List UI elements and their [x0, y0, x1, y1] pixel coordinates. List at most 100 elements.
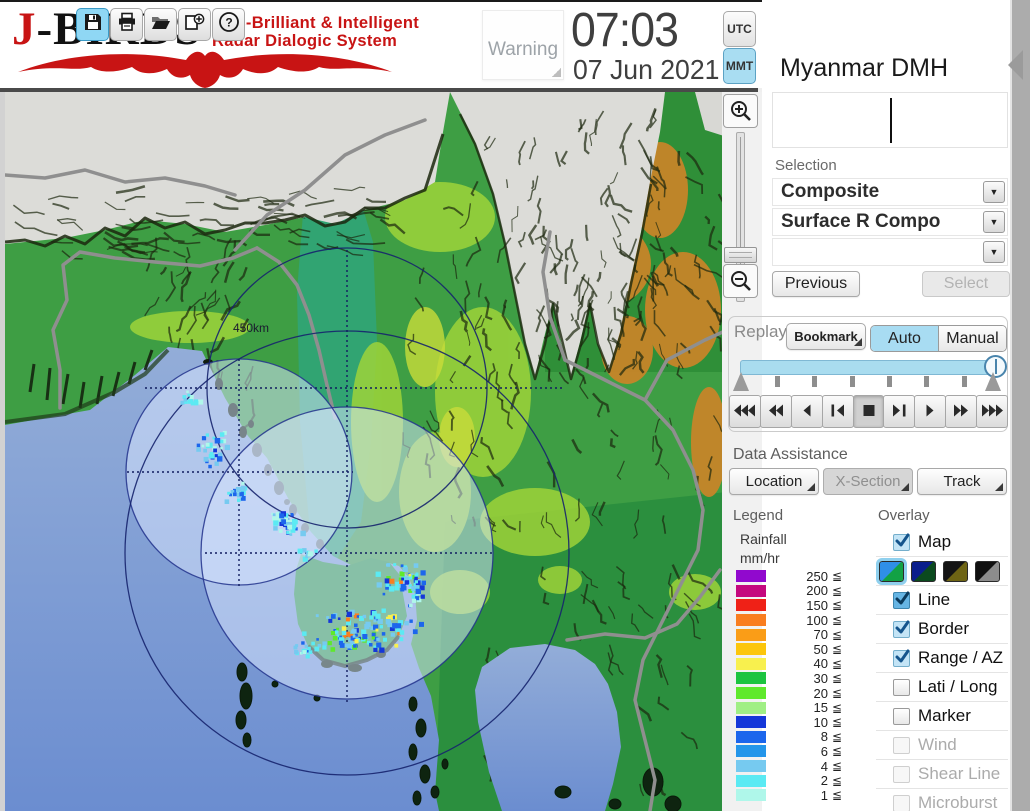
location-button[interactable]: Location — [729, 468, 819, 495]
legend-row: 15 ≦ — [736, 700, 866, 715]
warning-label: Warning — [487, 39, 559, 60]
select-button[interactable]: Select — [922, 271, 1010, 297]
utc-button[interactable]: UTC — [723, 11, 756, 47]
overlay-item-border[interactable]: Border — [876, 615, 1008, 644]
legend-swatch — [736, 599, 766, 612]
zoom-in-button[interactable] — [723, 94, 758, 128]
help-button[interactable]: ? — [212, 8, 245, 41]
mmt-button[interactable]: MMT — [723, 48, 756, 84]
legend-row: 10 ≦ — [736, 715, 866, 730]
dropdown-option[interactable]: ▼ — [772, 238, 1008, 266]
range-az-checkbox[interactable] — [893, 649, 910, 667]
marker-checkbox[interactable] — [893, 707, 910, 725]
legend-threshold-symbol: ≦ — [832, 715, 843, 730]
dropdown-category-arrow[interactable]: ▼ — [983, 181, 1005, 203]
map-style-swatch-3[interactable] — [943, 560, 968, 582]
legend-row: 70 ≦ — [736, 627, 866, 642]
map-style-swatch-2[interactable] — [911, 560, 936, 582]
line-checkbox[interactable] — [893, 591, 910, 609]
microburst-checkbox — [893, 794, 910, 811]
legend-threshold-symbol: ≦ — [832, 583, 843, 598]
transport-play-reverse-button[interactable] — [790, 395, 823, 428]
marker-label: Marker — [918, 706, 971, 725]
track-button[interactable]: Track — [917, 468, 1007, 495]
dropdown-category-value: Composite — [781, 181, 880, 202]
overlay-item-shear-line[interactable]: Shear Line — [876, 760, 1008, 789]
map-style-swatch-1[interactable] — [876, 557, 907, 585]
legend-swatch — [736, 774, 766, 787]
line-label: Line — [918, 590, 951, 609]
transport-step-back-button[interactable] — [821, 395, 854, 428]
transport-rewind-button[interactable] — [759, 395, 792, 428]
legend-swatch — [736, 657, 766, 670]
map-checkbox[interactable] — [893, 533, 910, 551]
legend-row: 2 ≦ — [736, 773, 866, 788]
zoom-slider-handle[interactable] — [724, 247, 757, 263]
save-button[interactable] — [76, 8, 109, 41]
overlay-item-map[interactable]: Map — [876, 528, 1008, 557]
range-az-label: Range / AZ — [918, 648, 1004, 667]
timeline-tick — [849, 376, 855, 387]
transport-fast-forward-button[interactable] — [945, 395, 978, 428]
transport-step-forward-button[interactable] — [883, 395, 916, 428]
bookmark-menu-fold — [854, 338, 862, 346]
overlay-item-microburst[interactable]: Microburst — [876, 789, 1008, 811]
dropdown-product-arrow[interactable]: ▼ — [983, 211, 1005, 233]
dropdown-product[interactable]: Surface R Compo ▼ — [772, 208, 1008, 236]
legend-value: 70 — [813, 627, 828, 643]
overlay-item-line[interactable]: Line — [876, 586, 1008, 615]
previous-button[interactable]: Previous — [772, 271, 860, 297]
overlay-item-lati-long[interactable]: Lati / Long — [876, 673, 1008, 702]
legend-threshold-symbol: ≦ — [832, 744, 843, 759]
overlay-item-range-az[interactable]: Range / AZ — [876, 644, 1008, 673]
legend-value: 50 — [813, 641, 828, 657]
wind-label: Wind — [918, 735, 957, 754]
lati-long-checkbox[interactable] — [893, 678, 910, 696]
open-button[interactable] — [144, 8, 177, 41]
legend-row: 200 ≦ — [736, 583, 866, 598]
legend-swatch — [736, 789, 766, 802]
replay-start-marker[interactable] — [733, 372, 749, 391]
window-edge-strip[interactable] — [1010, 0, 1030, 811]
x-section-menu-fold — [901, 483, 909, 491]
clock-date: 07 Jun 2021 — [573, 54, 720, 85]
bookmark-button[interactable]: Bookmark — [786, 323, 866, 350]
new-window-button[interactable] — [178, 8, 211, 41]
manual-button[interactable]: Manual — [939, 326, 1006, 351]
overlay-item-marker[interactable]: Marker — [876, 702, 1008, 731]
map-style-swatch-4[interactable] — [975, 560, 1000, 582]
transport-jump-back-button[interactable] — [729, 395, 761, 428]
timeline-tick — [924, 376, 930, 387]
replay-end-marker[interactable] — [985, 372, 1001, 391]
transport-stop-button[interactable] — [852, 395, 885, 428]
warning-resize-grip[interactable] — [552, 68, 561, 77]
x-section-button[interactable]: X-Section — [823, 468, 913, 495]
border-checkbox[interactable] — [893, 620, 910, 638]
legend-row: 20 ≦ — [736, 686, 866, 701]
timeline-tick — [961, 376, 967, 387]
dropdown-category[interactable]: Composite ▼ — [772, 178, 1008, 206]
radar-map[interactable]: 450km — [0, 92, 722, 811]
overlay-label: Overlay — [878, 507, 930, 524]
replay-timeline-track[interactable] — [740, 360, 994, 375]
legend-swatch — [736, 643, 766, 656]
transport-play-button[interactable] — [914, 395, 947, 428]
warning-button[interactable]: Warning — [482, 10, 564, 80]
wind-checkbox — [893, 736, 910, 754]
print-button[interactable] — [110, 8, 143, 41]
legend-unit-line2: mm/hr — [740, 550, 780, 566]
overlay-item-wind[interactable]: Wind — [876, 731, 1008, 760]
help-icon: ? — [218, 11, 240, 38]
legend-row: 50 ≦ — [736, 642, 866, 657]
transport-jump-forward-button[interactable] — [976, 395, 1009, 428]
zoom-out-button[interactable] — [723, 264, 758, 298]
auto-button[interactable]: Auto — [871, 326, 939, 351]
legend-value: 4 — [820, 758, 828, 774]
fast-forward-icon — [950, 404, 972, 420]
station-listbox[interactable] — [772, 92, 1008, 148]
shear-line-label: Shear Line — [918, 764, 1001, 783]
legend-threshold-symbol: ≦ — [832, 627, 843, 642]
save-icon — [83, 12, 103, 37]
dropdown-option-arrow[interactable]: ▼ — [983, 241, 1005, 263]
overlay-list: Map Line Border Range / AZ Lati / Long Marker… — [876, 528, 1008, 811]
